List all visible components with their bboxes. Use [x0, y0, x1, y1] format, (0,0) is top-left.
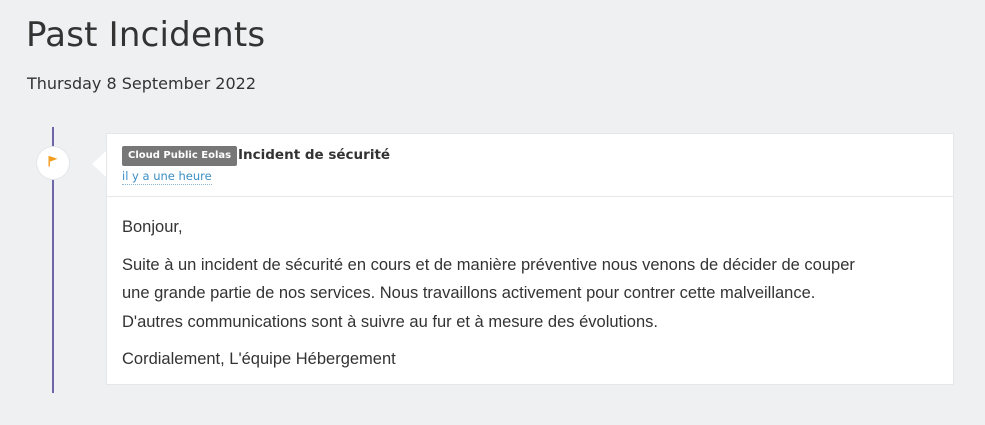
message-line: D'autres communications sont à suivre au…	[122, 312, 658, 331]
incident-card-header: Cloud Public Eolas Incident de sécurité …	[107, 134, 953, 197]
incident-title: Incident de sécurité	[238, 147, 391, 163]
incident-timestamp-link[interactable]: il y a une heure	[122, 169, 212, 185]
page-title: Past Incidents	[26, 15, 266, 55]
message-signature: Cordialement, L'équipe Hébergement	[122, 350, 396, 368]
message-greeting: Bonjour,	[122, 218, 183, 236]
message-line: une grande partie de nos services. Nous …	[122, 284, 816, 302]
component-badge: Cloud Public Eolas	[122, 146, 238, 166]
incident-message: Bonjour, Suite à un incident de sécurité…	[122, 213, 937, 383]
incident-status-indicator	[37, 147, 69, 179]
message-paragraph: Suite à un incident de sécurité en cours…	[122, 251, 937, 337]
flag-icon	[47, 154, 59, 172]
incident-date-heading: Thursday 8 September 2022	[27, 74, 256, 93]
card-pointer	[92, 151, 106, 177]
incident-card: Cloud Public Eolas Incident de sécurité …	[106, 133, 954, 385]
message-line: Suite à un incident de sécurité en cours…	[122, 255, 855, 274]
